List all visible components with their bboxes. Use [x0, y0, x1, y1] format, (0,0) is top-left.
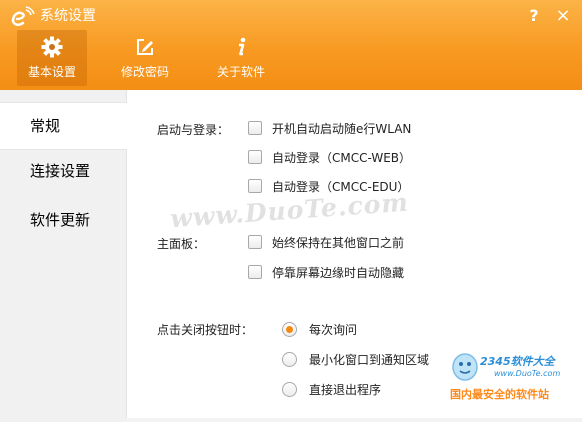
settings-window: 系统设置 ? × 基本设置 修改密码 关于软件 常规 连接设置 软件更新 启动与… — [0, 0, 582, 422]
mascot-icon — [452, 353, 478, 381]
gear-icon — [41, 36, 63, 58]
radio-button[interactable] — [282, 322, 297, 337]
checkbox-box[interactable] — [248, 265, 262, 279]
sidebar-item-label: 常规 — [30, 117, 61, 135]
info-icon — [239, 37, 246, 56]
sidebar-item-label: 连接设置 — [30, 162, 91, 180]
tab-label: 基本设置 — [27, 65, 76, 79]
checkbox-box[interactable] — [248, 235, 262, 249]
tab-basic-settings[interactable]: 基本设置 — [17, 30, 87, 86]
app-logo-icon — [11, 6, 35, 26]
option-label: 开机自动启动随e行WLAN — [272, 122, 412, 136]
close-action-section-label: 点击关闭按钮时： — [157, 323, 254, 337]
badge-url-text: www.DuoTe.com — [494, 369, 561, 378]
title-bar: 系统设置 ? × 基本设置 修改密码 关于软件 — [0, 0, 582, 90]
edit-icon — [137, 39, 153, 55]
tab-change-password[interactable]: 修改密码 — [110, 30, 180, 86]
option-label: 每次询问 — [309, 323, 358, 337]
window-title: 系统设置 — [40, 8, 96, 24]
option-label: 始终保持在其他窗口之前 — [272, 236, 405, 250]
checkbox-box[interactable] — [248, 121, 262, 135]
option-label: 停靠屏幕边缘时自动隐藏 — [272, 266, 405, 280]
sidebar: 常规 连接设置 软件更新 — [0, 90, 127, 422]
watermark-badge: 2345软件大全 www.DuoTe.com 国内最安全的软件站 — [446, 345, 582, 407]
radio-button[interactable] — [282, 382, 297, 397]
startup-section-label: 启动与登录： — [157, 123, 230, 137]
sidebar-item-label: 软件更新 — [30, 211, 91, 229]
tab-label: 修改密码 — [120, 65, 169, 79]
tab-about-software[interactable]: 关于软件 — [206, 30, 276, 86]
sidebar-item-update[interactable]: 软件更新 — [0, 197, 126, 243]
sidebar-item-connection[interactable]: 连接设置 — [0, 148, 126, 194]
option-label: 自动登录（CMCC-WEB） — [272, 151, 412, 165]
checkbox-box[interactable] — [248, 179, 262, 193]
main-panel-section-label: 主面板： — [157, 237, 206, 251]
tab-label: 关于软件 — [216, 65, 265, 79]
close-button[interactable]: × — [553, 6, 573, 26]
bottom-divider — [126, 418, 582, 422]
badge-slogan-text: 国内最安全的软件站 — [450, 388, 549, 401]
option-label: 直接退出程序 — [309, 383, 382, 397]
help-button[interactable]: ? — [524, 6, 544, 26]
radio-button[interactable] — [282, 352, 297, 367]
sidebar-item-general[interactable]: 常规 — [0, 102, 127, 150]
option-label: 最小化窗口到通知区域 — [309, 353, 430, 367]
checkbox-box[interactable] — [248, 150, 262, 164]
badge-brand-text: 2345软件大全 — [480, 355, 555, 368]
